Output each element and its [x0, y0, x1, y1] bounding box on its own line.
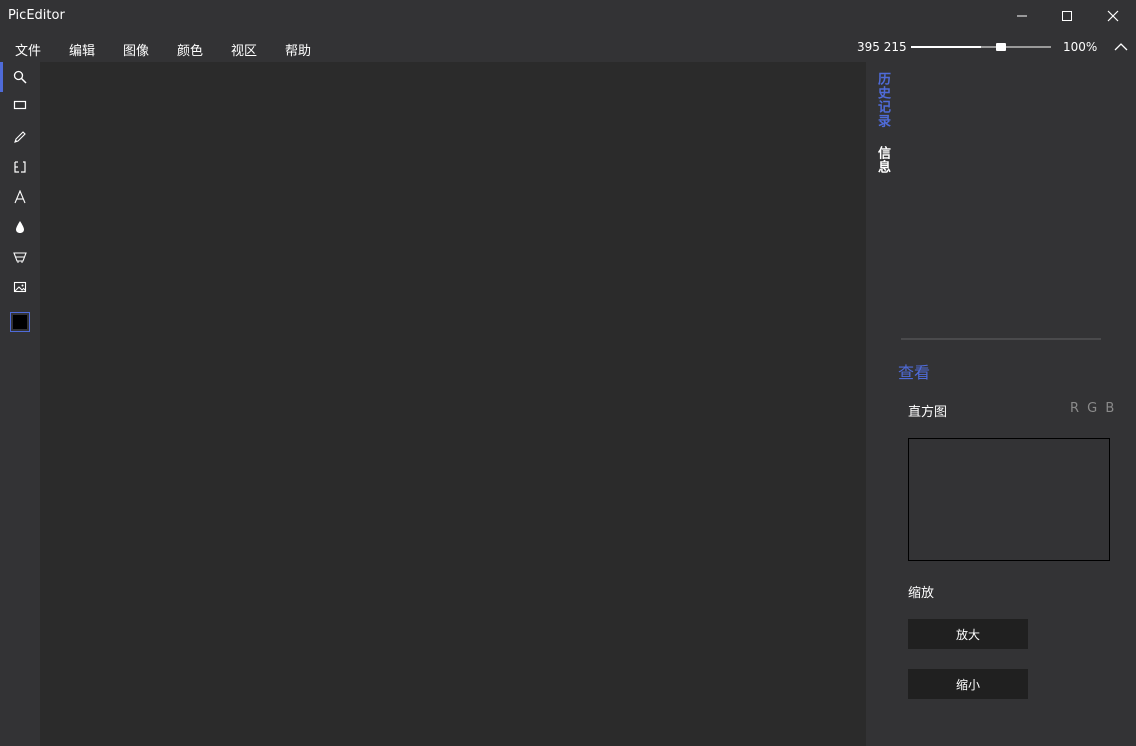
zoom-out-button[interactable]: 缩小 — [908, 669, 1028, 699]
title-bar: PicEditor — [0, 0, 1136, 32]
app-window: PicEditor 文件 编辑 图像 颜色 视区 帮助 395 215 100% — [0, 0, 1136, 746]
zoom-in-button[interactable]: 放大 — [908, 619, 1028, 649]
tool-select[interactable] — [0, 90, 40, 120]
zoom-section-label: 缩放 — [908, 586, 935, 601]
pen-icon — [14, 131, 26, 143]
current-color-fill — [13, 315, 27, 329]
histogram-channels[interactable]: R G B — [1070, 401, 1116, 416]
tool-crop[interactable] — [0, 152, 40, 182]
close-button[interactable] — [1090, 0, 1136, 32]
app-title: PicEditor — [8, 8, 65, 23]
panel-divider — [901, 338, 1101, 340]
text-icon — [14, 190, 26, 204]
cursor-coordinates: 395 215 — [857, 40, 907, 54]
menu-view[interactable]: 视区 — [231, 40, 257, 59]
editing-canvas[interactable] — [40, 62, 866, 746]
menu-image[interactable]: 图像 — [123, 40, 149, 59]
tool-bar — [0, 62, 40, 746]
tool-zoom[interactable] — [0, 62, 40, 92]
current-color-swatch[interactable] — [10, 312, 30, 332]
tool-image[interactable] — [0, 272, 40, 302]
histogram-plot — [908, 438, 1110, 561]
tool-brush[interactable] — [0, 122, 40, 152]
maximize-button[interactable] — [1044, 0, 1090, 32]
crop-icon — [14, 161, 26, 173]
right-panel: 历史记录 信息 查看 直方图 R G B 缩放 放大 缩小 — [866, 62, 1136, 746]
tool-text[interactable] — [0, 182, 40, 212]
zoom-level: 100% — [1063, 40, 1098, 54]
minimize-button[interactable] — [999, 0, 1045, 32]
histogram-label: 直方图 — [908, 405, 948, 420]
rectangle-select-icon — [13, 100, 27, 110]
zoom-slider[interactable] — [911, 39, 1051, 55]
menu-color[interactable]: 颜色 — [177, 40, 203, 59]
menu-edit[interactable]: 编辑 — [69, 40, 95, 59]
bucket-icon — [13, 252, 27, 263]
drop-icon — [16, 221, 24, 233]
tool-bucket[interactable] — [0, 242, 40, 272]
zoom-slider-thumb[interactable] — [996, 43, 1006, 51]
tab-history[interactable]: 历史记录 — [873, 72, 892, 128]
tool-fill[interactable] — [0, 212, 40, 242]
maximize-icon — [1062, 11, 1072, 21]
chevron-up-icon — [1114, 43, 1128, 51]
collapse-menu-button[interactable] — [1112, 40, 1130, 54]
tab-info[interactable]: 信息 — [873, 146, 892, 174]
image-icon — [13, 281, 27, 293]
view-section-title: 查看 — [898, 363, 931, 382]
close-icon — [1107, 10, 1119, 22]
minimize-icon — [1017, 15, 1027, 17]
menu-file[interactable]: 文件 — [15, 40, 41, 59]
menu-help[interactable]: 帮助 — [285, 40, 311, 59]
zoom-slider-fill — [911, 46, 981, 48]
magnifier-icon — [13, 70, 27, 84]
